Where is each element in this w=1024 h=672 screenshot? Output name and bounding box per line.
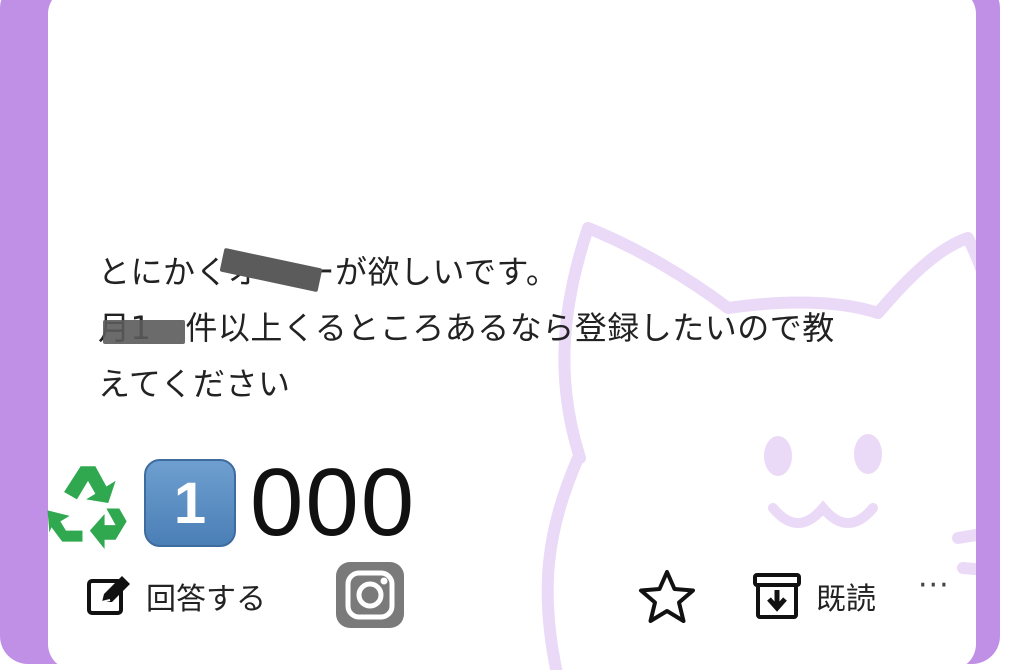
mark-read-button[interactable]: 既読 [752, 572, 876, 620]
keycap-digit: 1 [144, 459, 236, 547]
archive-icon [753, 573, 801, 619]
read-label: 既読 [816, 582, 876, 617]
count-text: 000 [250, 449, 417, 556]
redaction-mark [103, 320, 186, 344]
star-icon [639, 570, 695, 623]
question-line-1: とにかくオ ーが欲しいです。 [98, 244, 928, 300]
question-text: とにかくオーが欲しいです。 月1件以上くるところあるなら登録したいので教 えてく… [98, 244, 928, 412]
question-line-3: えてください [98, 365, 291, 403]
edit-icon [87, 576, 130, 615]
counter-row: 1 000 [42, 449, 417, 556]
instagram-share-button[interactable] [334, 560, 406, 630]
action-toolbar: 回答する 既読 ··· [0, 560, 1024, 630]
more-icon: ··· [918, 568, 950, 603]
answer-label: 回答する [146, 582, 266, 617]
question-line-2: 月1件以上くるところあるなら登録したいので教 [98, 300, 928, 356]
instagram-icon [336, 562, 404, 628]
more-options-button[interactable]: ··· [918, 568, 950, 603]
text-segment: 件以上くるところあるなら登録したいので教 [185, 309, 835, 347]
answer-button[interactable]: 回答する [86, 574, 266, 618]
recycle-icon [47, 466, 127, 549]
text-segment: ーが欲しいです。 [302, 253, 559, 291]
favorite-button[interactable] [636, 568, 698, 626]
